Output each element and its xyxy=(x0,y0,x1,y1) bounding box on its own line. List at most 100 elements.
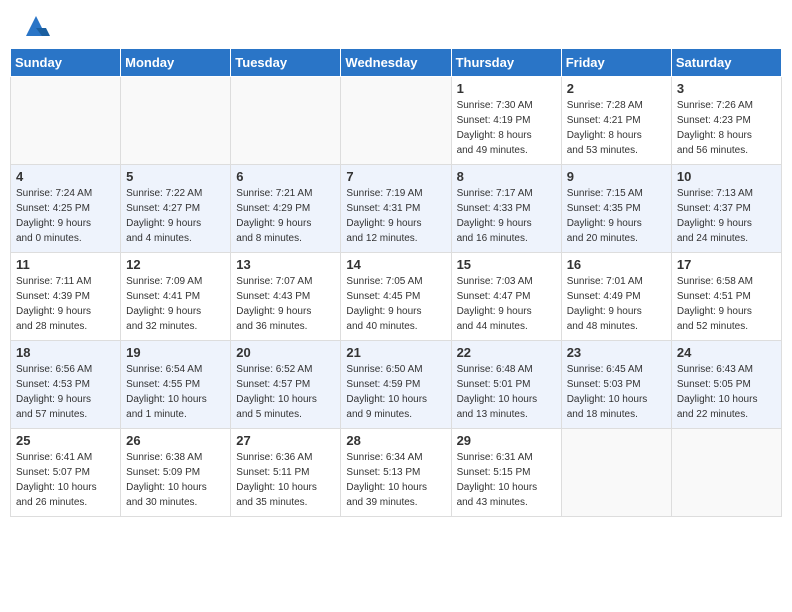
day-info: Sunrise: 7:26 AMSunset: 4:23 PMDaylight:… xyxy=(677,98,776,158)
day-info: Sunrise: 6:54 AMSunset: 4:55 PMDaylight:… xyxy=(126,362,225,422)
day-number: 10 xyxy=(677,169,776,184)
day-info: Sunrise: 7:19 AMSunset: 4:31 PMDaylight:… xyxy=(346,186,445,246)
day-number: 11 xyxy=(16,257,115,272)
calendar-cell: 24 Sunrise: 6:43 AMSunset: 5:05 PMDayligh… xyxy=(671,341,781,429)
calendar-week-row: 25 Sunrise: 6:41 AMSunset: 5:07 PMDayligh… xyxy=(11,429,782,517)
day-number: 19 xyxy=(126,345,225,360)
day-number: 4 xyxy=(16,169,115,184)
calendar-cell: 6Sunrise: 7:21 AMSunset: 4:29 PMDaylight… xyxy=(231,165,341,253)
day-info: Sunrise: 6:50 AMSunset: 4:59 PMDaylight:… xyxy=(346,362,445,422)
calendar-cell: 15 Sunrise: 7:03 AMSunset: 4:47 PMDayligh… xyxy=(451,253,561,341)
calendar-cell: 22Sunrise: 6:48 AMSunset: 5:01 PMDayligh… xyxy=(451,341,561,429)
day-number: 8 xyxy=(457,169,556,184)
day-number: 2 xyxy=(567,81,666,96)
column-header-saturday: Saturday xyxy=(671,49,781,77)
day-number: 3 xyxy=(677,81,776,96)
calendar-cell: 10 Sunrise: 7:13 AMSunset: 4:37 PMDayligh… xyxy=(671,165,781,253)
calendar-cell: 5 Sunrise: 7:22 AMSunset: 4:27 PMDaylight… xyxy=(121,165,231,253)
calendar-cell: 12 Sunrise: 7:09 AMSunset: 4:41 PMDayligh… xyxy=(121,253,231,341)
day-info: Sunrise: 7:30 AMSunset: 4:19 PMDaylight:… xyxy=(457,98,556,158)
column-header-friday: Friday xyxy=(561,49,671,77)
calendar-cell xyxy=(231,77,341,165)
day-info: Sunrise: 7:09 AMSunset: 4:41 PMDaylight:… xyxy=(126,274,225,334)
day-info: Sunrise: 7:03 AMSunset: 4:47 PMDaylight:… xyxy=(457,274,556,334)
calendar-cell xyxy=(561,429,671,517)
calendar-cell: 4 Sunrise: 7:24 AMSunset: 4:25 PMDaylight… xyxy=(11,165,121,253)
day-number: 20 xyxy=(236,345,335,360)
day-number: 24 xyxy=(677,345,776,360)
day-info: Sunrise: 6:38 AMSunset: 5:09 PMDaylight:… xyxy=(126,450,225,510)
day-info: Sunrise: 6:56 AMSunset: 4:53 PMDaylight:… xyxy=(16,362,115,422)
day-number: 17 xyxy=(677,257,776,272)
calendar-cell: 25 Sunrise: 6:41 AMSunset: 5:07 PMDayligh… xyxy=(11,429,121,517)
calendar-wrapper: SundayMondayTuesdayWednesdayThursdayFrid… xyxy=(0,48,792,527)
day-info: Sunrise: 6:52 AMSunset: 4:57 PMDaylight:… xyxy=(236,362,335,422)
calendar-cell: 11 Sunrise: 7:11 AMSunset: 4:39 PMDayligh… xyxy=(11,253,121,341)
calendar-cell: 14 Sunrise: 7:05 AMSunset: 4:45 PMDayligh… xyxy=(341,253,451,341)
calendar-cell: 9Sunrise: 7:15 AMSunset: 4:35 PMDaylight… xyxy=(561,165,671,253)
calendar-cell: 17 Sunrise: 6:58 AMSunset: 4:51 PMDayligh… xyxy=(671,253,781,341)
day-info: Sunrise: 7:22 AMSunset: 4:27 PMDaylight:… xyxy=(126,186,225,246)
day-number: 26 xyxy=(126,433,225,448)
day-number: 16 xyxy=(567,257,666,272)
calendar-cell: 29 Sunrise: 6:31 AMSunset: 5:15 PMDayligh… xyxy=(451,429,561,517)
day-number: 15 xyxy=(457,257,556,272)
day-info: Sunrise: 7:28 AMSunset: 4:21 PMDaylight:… xyxy=(567,98,666,158)
calendar-cell: 2 Sunrise: 7:28 AMSunset: 4:21 PMDaylight… xyxy=(561,77,671,165)
column-header-wednesday: Wednesday xyxy=(341,49,451,77)
day-number: 18 xyxy=(16,345,115,360)
calendar-cell: 1 Sunrise: 7:30 AMSunset: 4:19 PMDaylight… xyxy=(451,77,561,165)
column-header-thursday: Thursday xyxy=(451,49,561,77)
calendar-cell: 8Sunrise: 7:17 AMSunset: 4:33 PMDaylight… xyxy=(451,165,561,253)
calendar-week-row: 11 Sunrise: 7:11 AMSunset: 4:39 PMDayligh… xyxy=(11,253,782,341)
logo xyxy=(20,16,50,40)
day-info: Sunrise: 7:11 AMSunset: 4:39 PMDaylight:… xyxy=(16,274,115,334)
calendar-header: SundayMondayTuesdayWednesdayThursdayFrid… xyxy=(11,49,782,77)
day-number: 7 xyxy=(346,169,445,184)
calendar-cell: 19 Sunrise: 6:54 AMSunset: 4:55 PMDayligh… xyxy=(121,341,231,429)
column-header-sunday: Sunday xyxy=(11,49,121,77)
calendar-cell xyxy=(671,429,781,517)
day-info: Sunrise: 6:41 AMSunset: 5:07 PMDaylight:… xyxy=(16,450,115,510)
calendar-cell: 23Sunrise: 6:45 AMSunset: 5:03 PMDayligh… xyxy=(561,341,671,429)
calendar-cell xyxy=(11,77,121,165)
day-info: Sunrise: 6:58 AMSunset: 4:51 PMDaylight:… xyxy=(677,274,776,334)
day-info: Sunrise: 7:07 AMSunset: 4:43 PMDaylight:… xyxy=(236,274,335,334)
day-info: Sunrise: 7:05 AMSunset: 4:45 PMDaylight:… xyxy=(346,274,445,334)
calendar-cell: 27 Sunrise: 6:36 AMSunset: 5:11 PMDayligh… xyxy=(231,429,341,517)
day-number: 1 xyxy=(457,81,556,96)
day-number: 25 xyxy=(16,433,115,448)
calendar-cell: 13 Sunrise: 7:07 AMSunset: 4:43 PMDayligh… xyxy=(231,253,341,341)
day-info: Sunrise: 7:13 AMSunset: 4:37 PMDaylight:… xyxy=(677,186,776,246)
logo-icon xyxy=(22,12,50,40)
day-number: 27 xyxy=(236,433,335,448)
day-number: 13 xyxy=(236,257,335,272)
day-number: 22 xyxy=(457,345,556,360)
calendar-table: SundayMondayTuesdayWednesdayThursdayFrid… xyxy=(10,48,782,517)
day-number: 29 xyxy=(457,433,556,448)
day-number: 23 xyxy=(567,345,666,360)
day-info: Sunrise: 6:43 AMSunset: 5:05 PMDaylight:… xyxy=(677,362,776,422)
calendar-cell: 21 Sunrise: 6:50 AMSunset: 4:59 PMDayligh… xyxy=(341,341,451,429)
day-number: 6 xyxy=(236,169,335,184)
day-number: 5 xyxy=(126,169,225,184)
calendar-cell: 16Sunrise: 7:01 AMSunset: 4:49 PMDayligh… xyxy=(561,253,671,341)
day-number: 28 xyxy=(346,433,445,448)
day-number: 14 xyxy=(346,257,445,272)
calendar-cell: 20 Sunrise: 6:52 AMSunset: 4:57 PMDayligh… xyxy=(231,341,341,429)
day-info: Sunrise: 6:36 AMSunset: 5:11 PMDaylight:… xyxy=(236,450,335,510)
calendar-cell xyxy=(341,77,451,165)
day-number: 21 xyxy=(346,345,445,360)
calendar-cell xyxy=(121,77,231,165)
page-header xyxy=(0,0,792,48)
calendar-cell: 18 Sunrise: 6:56 AMSunset: 4:53 PMDayligh… xyxy=(11,341,121,429)
day-info: Sunrise: 7:24 AMSunset: 4:25 PMDaylight:… xyxy=(16,186,115,246)
day-info: Sunrise: 6:31 AMSunset: 5:15 PMDaylight:… xyxy=(457,450,556,510)
day-number: 12 xyxy=(126,257,225,272)
column-header-tuesday: Tuesday xyxy=(231,49,341,77)
calendar-week-row: 1 Sunrise: 7:30 AMSunset: 4:19 PMDaylight… xyxy=(11,77,782,165)
column-header-monday: Monday xyxy=(121,49,231,77)
calendar-cell: 3 Sunrise: 7:26 AMSunset: 4:23 PMDaylight… xyxy=(671,77,781,165)
calendar-week-row: 4 Sunrise: 7:24 AMSunset: 4:25 PMDaylight… xyxy=(11,165,782,253)
header-row: SundayMondayTuesdayWednesdayThursdayFrid… xyxy=(11,49,782,77)
